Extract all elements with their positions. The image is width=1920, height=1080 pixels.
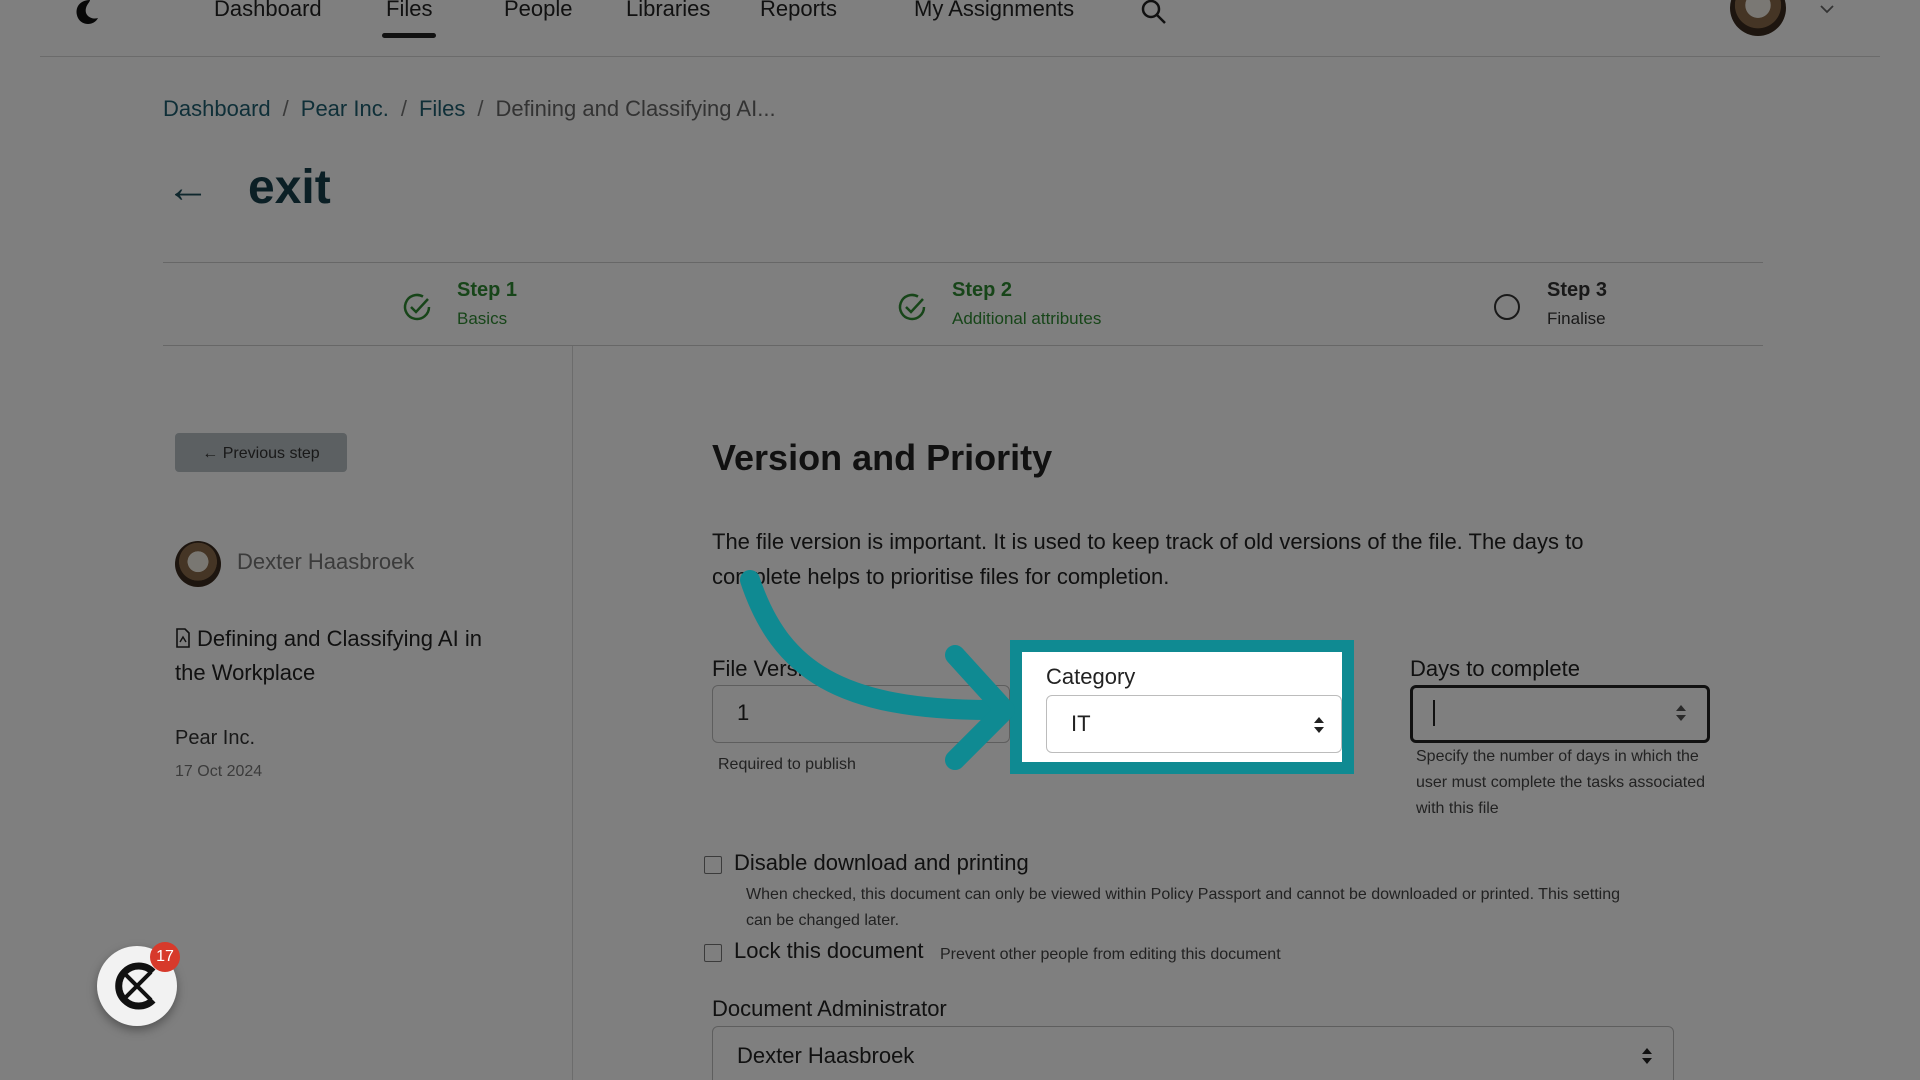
step-subtitle: Additional attributes <box>952 309 1102 328</box>
step-title: Step 2 <box>952 279 1013 301</box>
nav-people[interactable]: People <box>504 0 573 22</box>
category-highlight: Category IT <box>1010 640 1354 774</box>
lock-document-help: Prevent other people from editing this d… <box>940 946 1281 963</box>
brand-logo[interactable] <box>68 0 104 30</box>
category-select[interactable]: IT <box>1046 695 1342 753</box>
disable-download-help: When checked, this document can only be … <box>746 886 1620 929</box>
breadcrumb-files[interactable]: Files <box>419 96 465 121</box>
nav-files[interactable]: Files <box>381 0 437 38</box>
breadcrumb: Dashboard / Pear Inc. / Files / Defining and C… <box>163 96 776 122</box>
step-title: Step 1 <box>457 279 518 301</box>
back-arrow-icon[interactable]: ← <box>166 166 210 210</box>
days-to-complete-input[interactable] <box>1410 685 1710 743</box>
top-nav: Dashboard Files People Libraries Reports… <box>40 0 1880 57</box>
document-admin-select[interactable]: Dexter Haasbroek <box>712 1026 1674 1080</box>
document-date: 17 Oct 2024 <box>175 763 263 780</box>
nav-libraries[interactable]: Libraries <box>626 0 710 22</box>
search-icon[interactable] <box>1140 0 1168 26</box>
file-version-input[interactable]: 1 <box>712 685 1010 743</box>
document-title: Defining and Classifying AI in the Workp… <box>175 622 505 690</box>
breadcrumb-separator: / <box>477 96 484 121</box>
step-progress: Step 1 Basics Step 2 Additional attribut… <box>163 262 1763 346</box>
author-name: Dexter Haasbroek <box>237 549 415 574</box>
check-circle-icon <box>403 293 431 321</box>
disable-download-checkbox[interactable] <box>704 856 722 874</box>
document-admin-value: Dexter Haasbroek <box>737 1043 915 1068</box>
app-page: Dashboard Files People Libraries Reports… <box>40 0 1880 1080</box>
document-name: Defining and Classifying AI in the Workp… <box>175 626 482 685</box>
category-value: IT <box>1071 711 1091 736</box>
breadcrumb-separator: / <box>400 96 407 121</box>
step-subtitle: Finalise <box>1547 309 1606 328</box>
file-version-value: 1 <box>737 700 750 725</box>
page-title[interactable]: exit <box>248 160 331 215</box>
chevron-down-icon[interactable] <box>1818 0 1836 18</box>
section-title: Version and Priority <box>712 437 1053 478</box>
file-version-help: Required to publish <box>718 756 856 773</box>
organization-name: Pear Inc. <box>175 727 256 749</box>
days-to-complete-value <box>1433 700 1435 726</box>
empty-circle-icon <box>1494 294 1520 320</box>
document-icon <box>176 628 190 648</box>
previous-step-button[interactable]: ← Previous step <box>175 433 347 472</box>
column-divider <box>572 346 573 1080</box>
lock-document-checkbox[interactable] <box>704 944 722 962</box>
breadcrumb-org[interactable]: Pear Inc. <box>301 96 389 121</box>
file-version-label: File Versi <box>712 656 803 681</box>
nav-dashboard[interactable]: Dashboard <box>214 0 322 22</box>
category-label: Category <box>1046 664 1136 689</box>
disable-download-label[interactable]: Disable download and printing <box>734 850 1029 876</box>
user-avatar[interactable] <box>1730 0 1786 36</box>
notification-badge: 17 <box>150 942 180 972</box>
check-circle-icon <box>898 293 926 321</box>
document-admin-label: Document Administrator <box>712 996 947 1021</box>
stepper-arrows-icon[interactable] <box>1675 704 1687 722</box>
avatar <box>175 541 221 587</box>
nav-reports[interactable]: Reports <box>760 0 837 22</box>
select-arrows-icon <box>1642 1048 1652 1064</box>
days-to-complete-help: Specify the number of days in which the … <box>1416 748 1706 817</box>
breadcrumb-separator: / <box>282 96 289 121</box>
step-subtitle: Basics <box>457 309 508 328</box>
select-arrows-icon <box>1314 717 1324 733</box>
step-title: Step 3 <box>1547 279 1608 301</box>
section-description: The file version is important. It is use… <box>712 529 1584 589</box>
breadcrumb-dashboard[interactable]: Dashboard <box>163 96 271 121</box>
lock-document-label[interactable]: Lock this document <box>734 938 924 964</box>
nav-my-assignments[interactable]: My Assignments <box>914 0 1074 22</box>
breadcrumb-current: Defining and Classifying AI... <box>495 96 776 121</box>
days-to-complete-label: Days to complete <box>1410 656 1580 681</box>
